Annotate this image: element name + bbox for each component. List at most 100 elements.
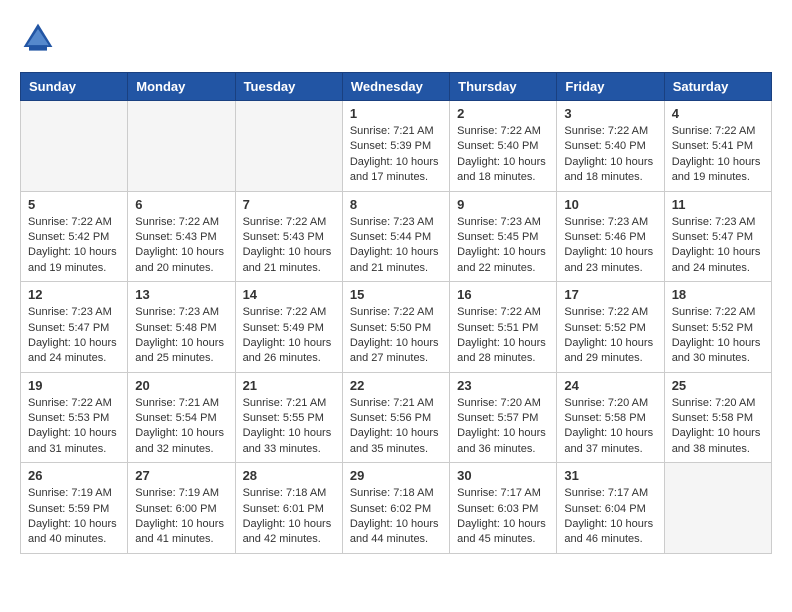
calendar-header-tuesday: Tuesday [235,73,342,101]
calendar-cell: 3 Sunrise: 7:22 AM Sunset: 5:40 PM Daylig… [557,101,664,192]
day-number: 10 [564,197,656,212]
day-info: Sunrise: 7:23 AM Sunset: 5:48 PM Dayligh… [135,305,227,367]
day-info: Sunrise: 7:22 AM Sunset: 5:40 PM Dayligh… [457,124,549,186]
calendar-cell: 18Sunrise: 7:22 AM Sunset: 5:52 PM Dayli… [664,282,771,373]
day-info: Sunrise: 7:22 AM Sunset: 5:42 PM Dayligh… [28,215,120,277]
calendar-cell: 1 Sunrise: 7:21 AM Sunset: 5:39 PM Daylig… [342,101,449,192]
calendar-header-wednesday: Wednesday [342,73,449,101]
day-info: Sunrise: 7:22 AM Sunset: 5:49 PM Dayligh… [243,305,335,367]
calendar-cell: 31 Sunrise: 7:17 AM Sunset: 6:04 PM Dayli… [557,463,664,554]
calendar-table: SundayMondayTuesdayWednesdayThursdayFrid… [20,72,772,554]
page-header [20,20,772,56]
day-info: Sunrise: 7:23 AM Sunset: 5:46 PM Dayligh… [564,215,656,277]
day-info: Sunrise: 7:23 AM Sunset: 5:47 PM Dayligh… [28,305,120,367]
day-info: Sunrise: 7:20 AM Sunset: 5:58 PM Dayligh… [672,396,764,458]
day-number: 23 [457,378,549,393]
day-number: 4 [672,106,764,121]
calendar-cell [21,101,128,192]
calendar-cell: 27Sunrise: 7:19 AM Sunset: 6:00 PM Dayli… [128,463,235,554]
calendar-week-4: 19 Sunrise: 7:22 AM Sunset: 5:53 PM Dayli… [21,372,772,463]
day-number: 27 [135,468,227,483]
calendar-cell: 25 Sunrise: 7:20 AM Sunset: 5:58 PM Dayli… [664,372,771,463]
day-info: Sunrise: 7:22 AM Sunset: 5:40 PM Dayligh… [564,124,656,186]
day-number: 26 [28,468,120,483]
day-info: Sunrise: 7:22 AM Sunset: 5:41 PM Dayligh… [672,124,764,186]
day-info: Sunrise: 7:19 AM Sunset: 5:59 PM Dayligh… [28,486,120,548]
calendar-cell: 22 Sunrise: 7:21 AM Sunset: 5:56 PM Dayli… [342,372,449,463]
calendar-header-saturday: Saturday [664,73,771,101]
day-number: 7 [243,197,335,212]
day-number: 17 [564,287,656,302]
day-number: 8 [350,197,442,212]
calendar-cell: 16Sunrise: 7:22 AM Sunset: 5:51 PM Dayli… [450,282,557,373]
day-info: Sunrise: 7:21 AM Sunset: 5:39 PM Dayligh… [350,124,442,186]
day-info: Sunrise: 7:22 AM Sunset: 5:43 PM Dayligh… [135,215,227,277]
day-info: Sunrise: 7:23 AM Sunset: 5:45 PM Dayligh… [457,215,549,277]
day-info: Sunrise: 7:20 AM Sunset: 5:57 PM Dayligh… [457,396,549,458]
day-info: Sunrise: 7:22 AM Sunset: 5:53 PM Dayligh… [28,396,120,458]
day-number: 2 [457,106,549,121]
calendar-cell: 14Sunrise: 7:22 AM Sunset: 5:49 PM Dayli… [235,282,342,373]
day-number: 11 [672,197,764,212]
calendar-cell [235,101,342,192]
day-info: Sunrise: 7:22 AM Sunset: 5:51 PM Dayligh… [457,305,549,367]
day-number: 24 [564,378,656,393]
calendar-header-monday: Monday [128,73,235,101]
day-info: Sunrise: 7:17 AM Sunset: 6:04 PM Dayligh… [564,486,656,548]
calendar-week-5: 26 Sunrise: 7:19 AM Sunset: 5:59 PM Dayli… [21,463,772,554]
day-number: 12 [28,287,120,302]
calendar-header-sunday: Sunday [21,73,128,101]
calendar-cell: 2 Sunrise: 7:22 AM Sunset: 5:40 PM Daylig… [450,101,557,192]
day-number: 9 [457,197,549,212]
calendar-cell: 24 Sunrise: 7:20 AM Sunset: 5:58 PM Dayli… [557,372,664,463]
calendar-cell: 4 Sunrise: 7:22 AM Sunset: 5:41 PM Daylig… [664,101,771,192]
day-number: 20 [135,378,227,393]
calendar-cell: 6Sunrise: 7:22 AM Sunset: 5:43 PM Daylig… [128,191,235,282]
calendar-cell: 29Sunrise: 7:18 AM Sunset: 6:02 PM Dayli… [342,463,449,554]
day-number: 28 [243,468,335,483]
day-number: 1 [350,106,442,121]
day-info: Sunrise: 7:21 AM Sunset: 5:54 PM Dayligh… [135,396,227,458]
calendar-week-2: 5 Sunrise: 7:22 AM Sunset: 5:42 PM Daylig… [21,191,772,282]
calendar-cell: 5 Sunrise: 7:22 AM Sunset: 5:42 PM Daylig… [21,191,128,282]
calendar-cell: 9 Sunrise: 7:23 AM Sunset: 5:45 PM Daylig… [450,191,557,282]
day-number: 21 [243,378,335,393]
day-info: Sunrise: 7:22 AM Sunset: 5:43 PM Dayligh… [243,215,335,277]
calendar-cell: 20 Sunrise: 7:21 AM Sunset: 5:54 PM Dayli… [128,372,235,463]
day-info: Sunrise: 7:20 AM Sunset: 5:58 PM Dayligh… [564,396,656,458]
day-info: Sunrise: 7:22 AM Sunset: 5:52 PM Dayligh… [564,305,656,367]
day-number: 5 [28,197,120,212]
logo [20,20,62,56]
day-number: 3 [564,106,656,121]
day-info: Sunrise: 7:18 AM Sunset: 6:01 PM Dayligh… [243,486,335,548]
day-number: 18 [672,287,764,302]
calendar-cell: 10 Sunrise: 7:23 AM Sunset: 5:46 PM Dayli… [557,191,664,282]
calendar-cell: 12 Sunrise: 7:23 AM Sunset: 5:47 PM Dayli… [21,282,128,373]
calendar-header-row: SundayMondayTuesdayWednesdayThursdayFrid… [21,73,772,101]
calendar-cell [128,101,235,192]
calendar-cell: 15 Sunrise: 7:22 AM Sunset: 5:50 PM Dayli… [342,282,449,373]
day-info: Sunrise: 7:23 AM Sunset: 5:47 PM Dayligh… [672,215,764,277]
day-info: Sunrise: 7:21 AM Sunset: 5:56 PM Dayligh… [350,396,442,458]
day-number: 22 [350,378,442,393]
calendar-header-friday: Friday [557,73,664,101]
calendar-cell: 28 Sunrise: 7:18 AM Sunset: 6:01 PM Dayli… [235,463,342,554]
day-number: 31 [564,468,656,483]
calendar-cell: 21 Sunrise: 7:21 AM Sunset: 5:55 PM Dayli… [235,372,342,463]
calendar-cell: 8 Sunrise: 7:23 AM Sunset: 5:44 PM Daylig… [342,191,449,282]
day-number: 25 [672,378,764,393]
day-number: 19 [28,378,120,393]
day-number: 30 [457,468,549,483]
day-info: Sunrise: 7:21 AM Sunset: 5:55 PM Dayligh… [243,396,335,458]
day-info: Sunrise: 7:23 AM Sunset: 5:44 PM Dayligh… [350,215,442,277]
day-number: 13 [135,287,227,302]
calendar-cell: 11 Sunrise: 7:23 AM Sunset: 5:47 PM Dayli… [664,191,771,282]
calendar-header-thursday: Thursday [450,73,557,101]
calendar-week-1: 1 Sunrise: 7:21 AM Sunset: 5:39 PM Daylig… [21,101,772,192]
calendar-cell: 13 Sunrise: 7:23 AM Sunset: 5:48 PM Dayli… [128,282,235,373]
day-info: Sunrise: 7:22 AM Sunset: 5:50 PM Dayligh… [350,305,442,367]
day-info: Sunrise: 7:18 AM Sunset: 6:02 PM Dayligh… [350,486,442,548]
calendar-cell: 26 Sunrise: 7:19 AM Sunset: 5:59 PM Dayli… [21,463,128,554]
calendar-week-3: 12 Sunrise: 7:23 AM Sunset: 5:47 PM Dayli… [21,282,772,373]
day-number: 15 [350,287,442,302]
